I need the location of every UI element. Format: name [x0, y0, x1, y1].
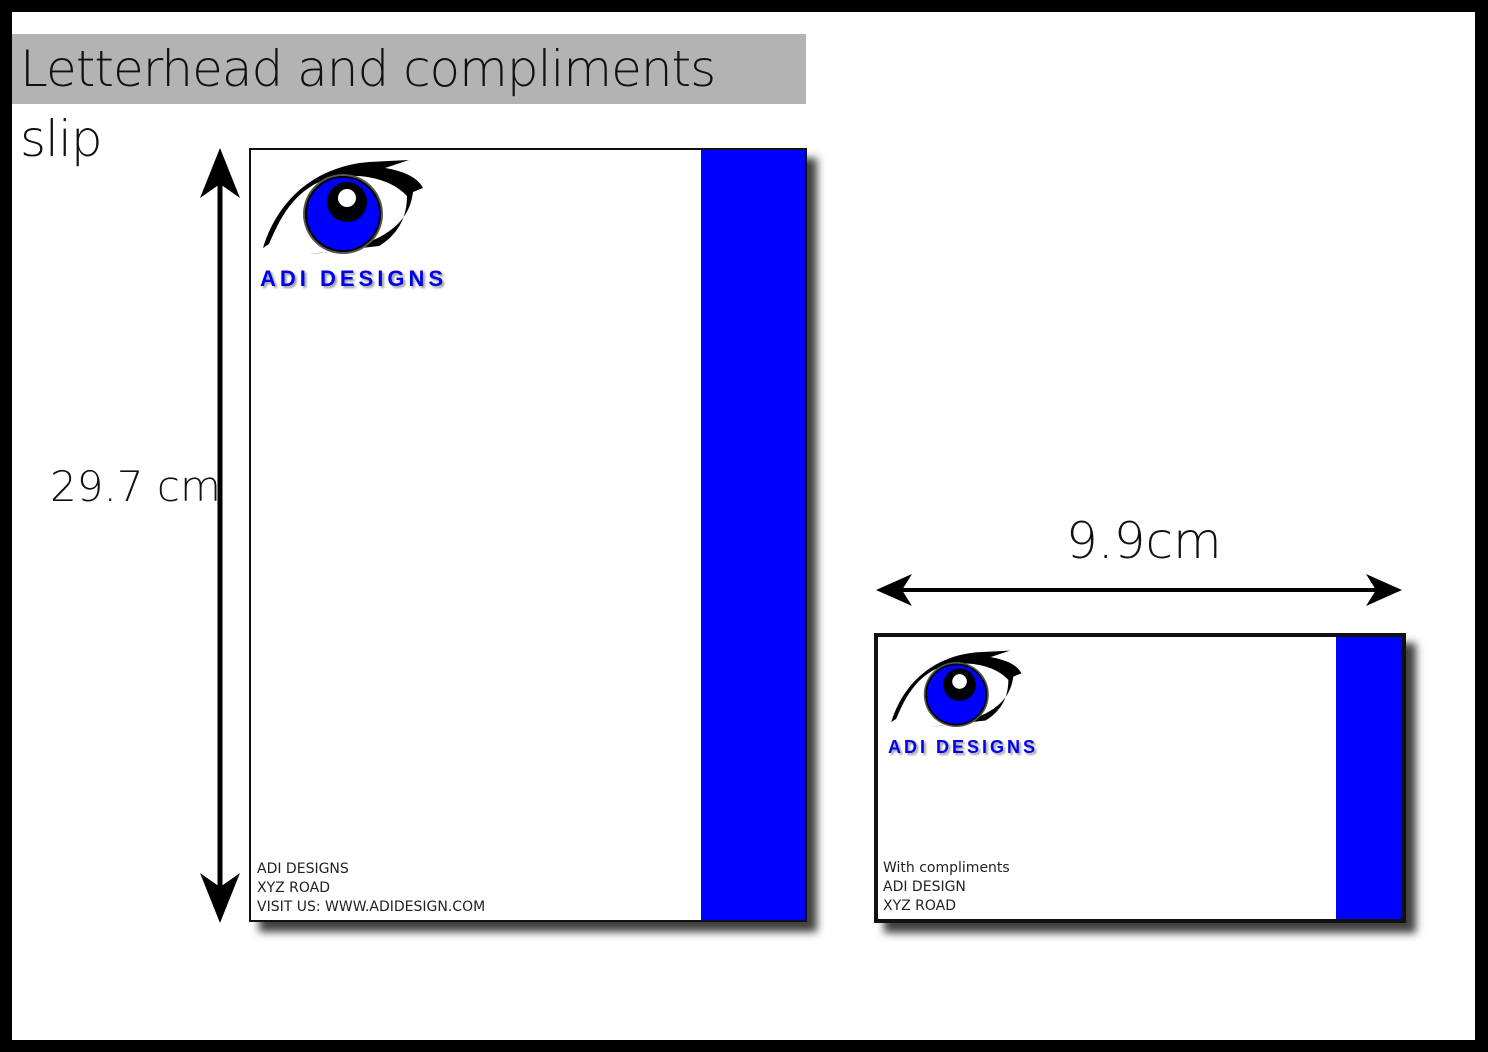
width-label: 9.9cm [1066, 512, 1222, 570]
slip-footer: With compliments ADI DESIGN XYZ ROAD [883, 859, 1010, 916]
brand-name: ADI DESIGNS [260, 266, 448, 291]
footer-line: XYZ ROAD [883, 898, 957, 914]
footer-line: XYZ ROAD [257, 880, 331, 896]
eye-logo-icon [888, 647, 1023, 729]
footer-line: VISIT US: WWW.ADIDESIGN.COM [257, 899, 486, 915]
page-title: Letterhead and compliments slip [12, 34, 806, 168]
footer-line: With compliments [883, 860, 1010, 876]
brand-name: ADI DESIGNS [888, 737, 1039, 757]
eye-logo-icon [259, 156, 425, 256]
accent-strip [1336, 637, 1402, 919]
letterhead: ADI DESIGNS ADI DESIGNS XYZ ROAD VISIT U… [249, 148, 807, 922]
height-arrow [200, 148, 240, 923]
accent-strip [701, 150, 805, 920]
compliments-slip: ADI DESIGNS With compliments ADI DESIGN … [874, 633, 1406, 923]
width-arrow [876, 574, 1402, 606]
footer-line: ADI DESIGN [883, 879, 966, 895]
footer-line: ADI DESIGNS [257, 861, 349, 877]
height-label: 29.7 cm [50, 462, 221, 511]
letterhead-footer: ADI DESIGNS XYZ ROAD VISIT US: WWW.ADIDE… [257, 860, 485, 917]
